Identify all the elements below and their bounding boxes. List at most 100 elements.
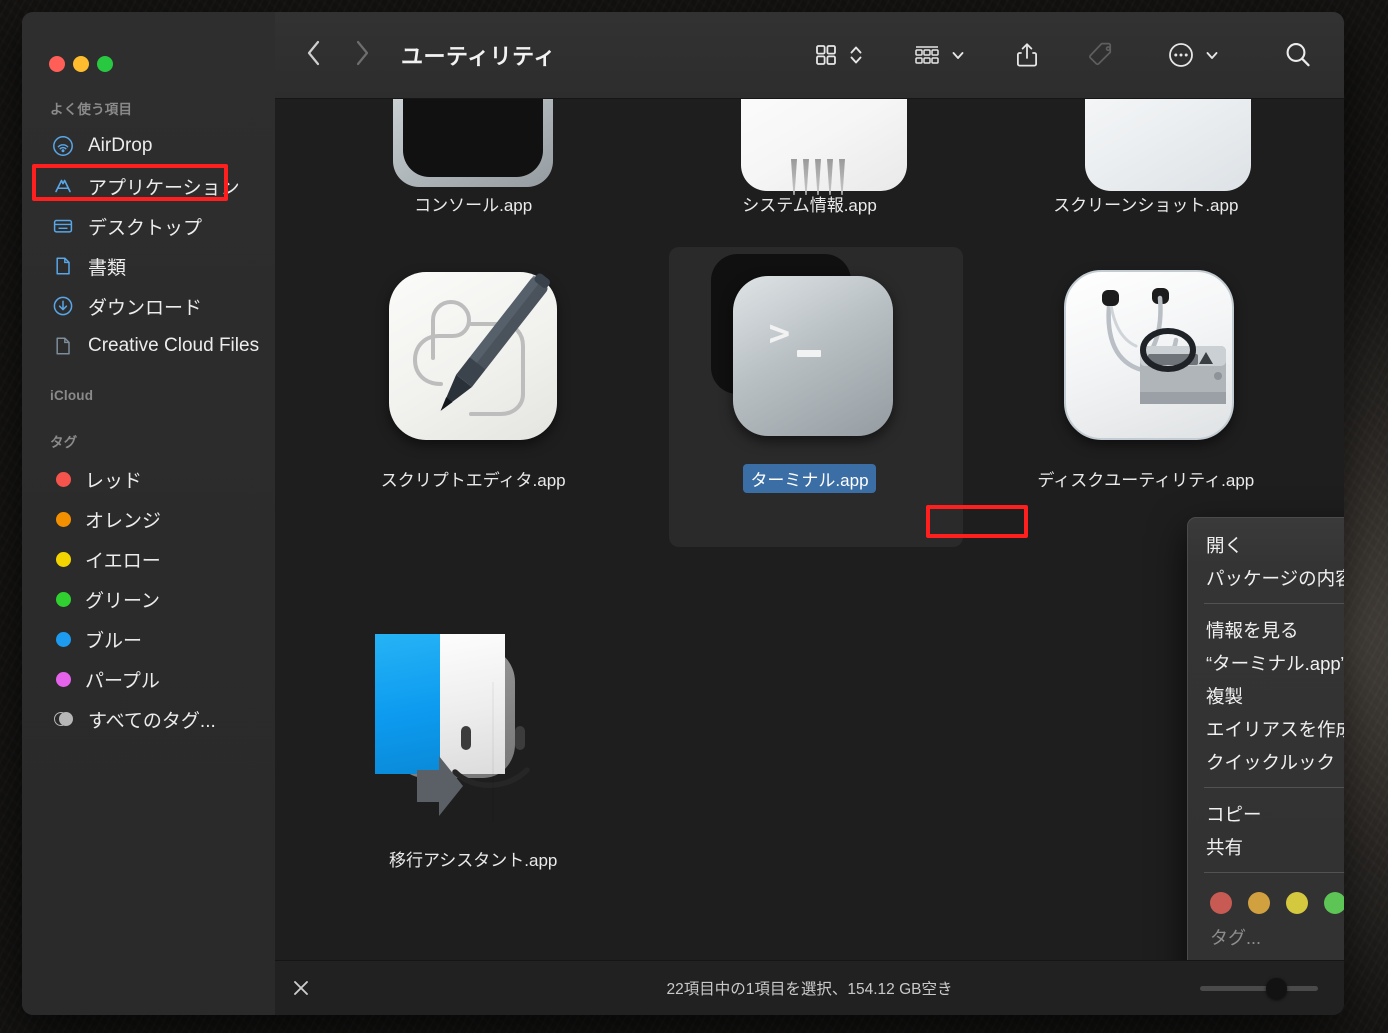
sidebar-tag-blue[interactable]: ブルー xyxy=(22,619,275,659)
sidebar-section-icloud: iCloud xyxy=(50,388,94,403)
applications-icon xyxy=(52,175,74,197)
context-menu-item-label: 複製 xyxy=(1206,685,1244,707)
tag-color-orange[interactable] xyxy=(1248,892,1270,914)
script-editor-icon xyxy=(375,254,571,450)
context-menu-item-open[interactable]: 開く xyxy=(1188,528,1344,561)
context-menu-item-label: 情報を見る xyxy=(1206,619,1299,641)
sidebar-section-favorites: よく使う項目 xyxy=(50,102,133,117)
sidebar-tag-yellow[interactable]: イエロー xyxy=(22,539,275,579)
sidebar-tag-label: グリーン xyxy=(85,590,161,612)
share-button[interactable] xyxy=(1014,40,1040,70)
file-label: スクリプトエディタ.app xyxy=(380,471,566,490)
context-menu-item-compress[interactable]: “ターミナル.app”を圧縮 xyxy=(1188,646,1344,679)
file-row-2: スクリプトエディタ.app > ターミナル.app ディスクユーティリティ.ap… xyxy=(275,254,1344,493)
sidebar-tag-all[interactable]: すべてのタグ... xyxy=(22,699,275,739)
file-cell[interactable]: システム情報.app xyxy=(641,175,977,218)
context-menu-separator xyxy=(1204,787,1344,788)
file-cell-script-editor[interactable]: スクリプトエディタ.app xyxy=(305,254,641,493)
search-icon[interactable] xyxy=(1282,39,1314,71)
sidebar-tag-label: イエロー xyxy=(85,550,161,572)
context-menu-separator xyxy=(1204,872,1344,873)
context-menu-separator xyxy=(1204,603,1344,604)
slider-knob[interactable] xyxy=(1266,977,1287,999)
tag-button[interactable] xyxy=(1088,41,1118,69)
finder-window: よく使う項目 AirDrop アプリケーション デスクトップ 書類 ダウンロード… xyxy=(22,12,1344,1015)
file-label: ディスクユーティリティ.app xyxy=(1037,471,1255,490)
chevron-right-icon[interactable] xyxy=(353,38,371,73)
context-menu-item-show-package-contents[interactable]: パッケージの内容を表示 xyxy=(1188,561,1344,594)
sidebar-tag-label: パープル xyxy=(85,670,160,692)
tag-color-dot xyxy=(56,551,71,567)
sidebar-tag-label: ブルー xyxy=(85,630,143,652)
file-row-1: コンソール.app システム情報.app スクリーンショット.app xyxy=(275,175,1344,218)
file-cell[interactable]: スクリーンショット.app xyxy=(978,175,1314,218)
context-menu-item-duplicate[interactable]: 複製 xyxy=(1188,679,1344,712)
sidebar-item-desktop[interactable]: デスクトップ xyxy=(22,206,275,246)
context-menu-item-label: パッケージの内容を表示 xyxy=(1206,567,1344,589)
context-menu-item-quick-look[interactable]: クイックルック xyxy=(1188,745,1344,778)
context-menu-item-label: 共有 xyxy=(1206,836,1244,858)
file-label-selected: ターミナル.app xyxy=(743,464,876,493)
sidebar-tag-orange[interactable]: オレンジ xyxy=(22,499,275,539)
more-ellipsis-icon[interactable] xyxy=(1166,40,1196,70)
console-icon-partial-inner xyxy=(403,99,543,177)
tag-icon[interactable] xyxy=(1088,41,1118,69)
context-menu-tag-colors[interactable] xyxy=(1188,882,1344,918)
grid-view-icon[interactable] xyxy=(812,41,840,69)
desktop-icon xyxy=(52,215,74,237)
file-cell-empty xyxy=(641,634,977,873)
chevron-left-icon[interactable] xyxy=(305,38,323,73)
chevron-down-icon[interactable] xyxy=(950,41,966,69)
sidebar-tag-red[interactable]: レッド xyxy=(22,459,275,499)
tag-color-dot xyxy=(56,591,71,607)
context-menu-item-get-info[interactable]: 情報を見る xyxy=(1188,613,1344,646)
more-actions-button[interactable] xyxy=(1166,40,1220,70)
icon-size-slider[interactable] xyxy=(1200,977,1318,999)
updown-chevron-icon[interactable] xyxy=(848,41,864,69)
airdrop-icon xyxy=(52,135,74,157)
zoom-button[interactable] xyxy=(97,56,113,72)
share-icon[interactable] xyxy=(1014,40,1040,70)
sidebar-item-applications[interactable]: アプリケーション xyxy=(22,166,275,206)
file-label: スクリーンショット.app xyxy=(1053,196,1239,215)
sidebar-tag-green[interactable]: グリーン xyxy=(22,579,275,619)
file-label: コンソール.app xyxy=(414,196,533,215)
sidebar-item-label: デスクトップ xyxy=(88,217,203,239)
tag-input[interactable]: タグ... xyxy=(1188,918,1344,960)
context-menu[interactable]: 開く パッケージの内容を表示 情報を見る “ターミナル.app”を圧縮 複製 エ… xyxy=(1187,517,1344,960)
migration-assistant-icon xyxy=(375,634,571,830)
file-cell-disk-utility[interactable]: ディスクユーティリティ.app xyxy=(978,254,1314,493)
context-menu-item-label: 開く xyxy=(1206,534,1244,556)
sidebar-item-label: アプリケーション xyxy=(88,177,240,199)
sidebar: よく使う項目 AirDrop アプリケーション デスクトップ 書類 ダウンロード… xyxy=(22,12,275,1015)
minimize-button[interactable] xyxy=(73,56,89,72)
search-button[interactable] xyxy=(1282,39,1314,71)
downloads-icon xyxy=(52,295,74,317)
chevron-down-icon[interactable] xyxy=(1204,41,1220,69)
group-by-button[interactable] xyxy=(912,41,966,69)
tag-color-red[interactable] xyxy=(1210,892,1232,914)
status-bar: 22項目中の1項目を選択、154.12 GB空き xyxy=(275,960,1344,1015)
sidebar-tag-purple[interactable]: パープル xyxy=(22,659,275,699)
file-cell-terminal[interactable]: > ターミナル.app xyxy=(641,254,977,493)
view-switcher[interactable] xyxy=(812,41,864,69)
sidebar-tag-label: オレンジ xyxy=(85,510,162,532)
group-by-icon[interactable] xyxy=(912,41,942,69)
context-menu-item-make-alias[interactable]: エイリアスを作成 xyxy=(1188,712,1344,745)
tag-color-yellow[interactable] xyxy=(1286,892,1308,914)
sidebar-item-downloads[interactable]: ダウンロード xyxy=(22,286,275,326)
sidebar-item-documents[interactable]: 書類 xyxy=(22,246,275,286)
file-label: システム情報.app xyxy=(742,196,877,215)
file-cell[interactable]: コンソール.app xyxy=(305,175,641,218)
file-cell-migration-assistant[interactable]: 移行アシスタント.app xyxy=(305,634,641,873)
disk-utility-icon xyxy=(1048,254,1244,450)
tag-color-dot xyxy=(56,471,71,487)
close-button[interactable] xyxy=(49,56,65,72)
context-menu-item-share[interactable]: 共有 › xyxy=(1188,830,1344,863)
terminal-prompt-glyph: > xyxy=(768,313,791,354)
sidebar-item-creative-cloud-files[interactable]: Creative Cloud Files xyxy=(22,326,275,366)
context-menu-item-copy[interactable]: コピー xyxy=(1188,797,1344,830)
tag-color-green[interactable] xyxy=(1324,892,1344,914)
tag-color-dot xyxy=(56,671,71,687)
sidebar-item-airdrop[interactable]: AirDrop xyxy=(22,126,275,166)
